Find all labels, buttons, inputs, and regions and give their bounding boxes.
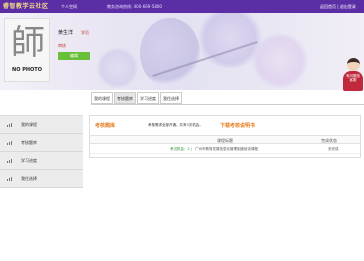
panel-title: 考核题库 — [95, 123, 116, 129]
panel-note: 考核需求全部开通。共有3次机会。 — [148, 123, 203, 127]
avatar-label: NO PHOTO — [12, 67, 42, 73]
edit-profile-button[interactable]: 编辑 — [58, 52, 90, 60]
table-row[interactable]: 考试机会：2 | 广州市教育发展信息化管理制度培训课程 未完成 — [90, 144, 360, 154]
logout-links[interactable]: 返回首页 | 退出登录 — [320, 0, 356, 13]
sidebar-item-label: 学习进度 — [21, 158, 37, 163]
sidebar-item-my-courses[interactable]: 我的课程 — [0, 116, 83, 134]
sidebar-item-selection[interactable]: 我住选择 — [0, 170, 83, 188]
tab-divider — [91, 104, 364, 105]
status-text: 审核 — [58, 43, 66, 48]
sidebar-item-label: 我住选择 — [21, 176, 37, 181]
flower-decoration — [140, 18, 200, 88]
tab-selection[interactable]: 我住选择 — [160, 92, 182, 104]
flower-decoration — [250, 33, 310, 88]
username: 黄生洋 — [58, 30, 74, 36]
site-logo[interactable]: 睿智教学云社区 — [3, 1, 57, 12]
completion-status: 未完成 — [328, 147, 339, 151]
download-guide-link[interactable]: 下载考核说明书 — [220, 122, 255, 129]
avatar-glyph: 師 — [11, 23, 45, 63]
tab-exam-bank[interactable]: 考核题库 — [114, 92, 136, 104]
avatar[interactable]: 師 NO PHOTO — [4, 18, 50, 82]
bar-chart-icon — [7, 141, 12, 145]
role-badge: 学员 — [81, 30, 89, 35]
customer-service-mascot[interactable]: 有问题找客服 — [343, 58, 363, 92]
personal-center-link[interactable]: 个人空间 — [61, 0, 77, 13]
tab-my-courses[interactable]: 我的课程 — [91, 92, 113, 104]
hotline-text: 教务咨询热线: 400-669-5800 — [107, 4, 162, 9]
bar-chart-icon — [7, 177, 12, 181]
sidebar: 我的课程 考核题库 学习进度 我住选择 — [0, 115, 83, 188]
sidebar-item-label: 考核题库 — [21, 140, 37, 145]
course-title[interactable]: 广州市教育发展信息化管理制度培训课程 — [195, 147, 258, 152]
mascot-head — [347, 58, 360, 71]
mascot-label: 有问题找客服 — [346, 74, 360, 82]
profile-banner — [0, 13, 364, 90]
exam-attempts-link[interactable]: 考试机会：2 | — [170, 147, 192, 152]
tab-progress[interactable]: 学习进度 — [137, 92, 159, 104]
bar-chart-icon — [7, 159, 12, 163]
exam-bank-panel: 考核题库 考核需求全部开通。共有3次机会。 下载考核说明书 课程标题 完成状态 … — [89, 115, 361, 158]
bar-chart-icon — [7, 123, 12, 127]
flower-decoration — [95, 48, 140, 88]
sidebar-item-exam-bank[interactable]: 考核题库 — [0, 134, 83, 152]
top-bar: 睿智教学云社区 个人空间 教务咨询热线: 400-669-5800 返回首页 |… — [0, 0, 364, 13]
table-header: 课程标题 完成状态 — [90, 135, 360, 144]
sidebar-item-progress[interactable]: 学习进度 — [0, 152, 83, 170]
sidebar-item-label: 我的课程 — [21, 122, 37, 127]
main-tabs: 我的课程 考核题库 学习进度 我住选择 — [91, 92, 183, 104]
